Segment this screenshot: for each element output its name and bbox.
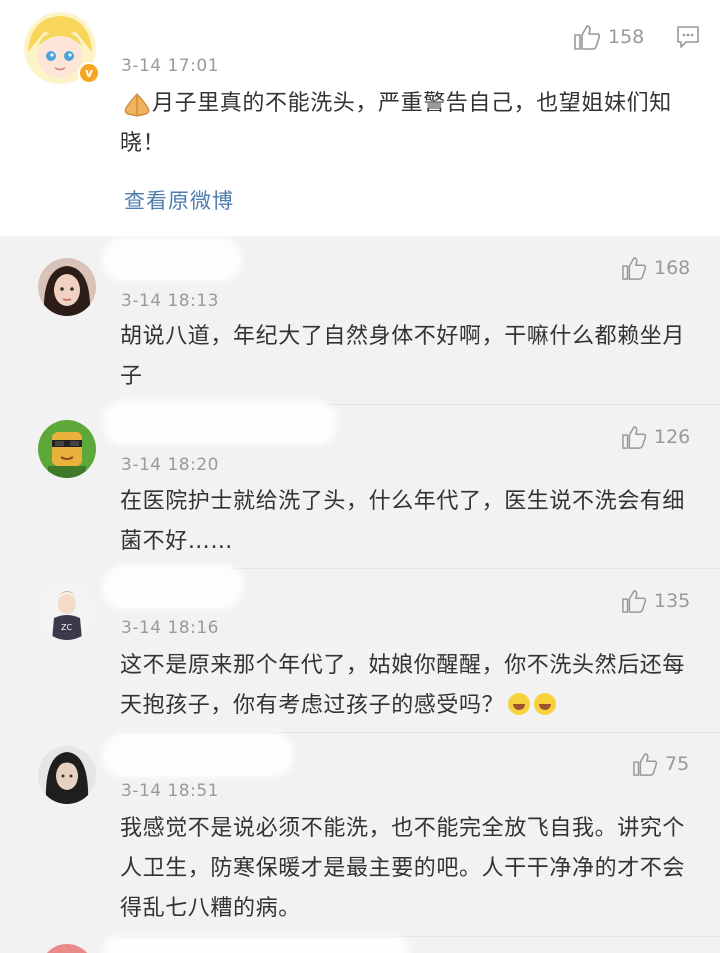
like-count: 135 — [654, 590, 691, 612]
like-count: 75 — [665, 753, 690, 775]
comment-list: 168 3-14 18:13 胡说八道，年纪大了自然身体不好啊，干嘛什么都赖坐月… — [0, 236, 720, 953]
comment-text: 这不是原来那个年代了，姑娘你醒醒，你不洗头然后还每天抱孩子，你有考虑过孩子的感受… — [120, 646, 692, 726]
commenter-avatar[interactable]: ZC — [38, 582, 96, 640]
like-button[interactable]: 75 — [632, 752, 689, 776]
comment-time: 3-14 18:16 — [121, 618, 219, 638]
thumbs-up-icon — [574, 25, 601, 50]
commenter-avatar[interactable] — [38, 746, 96, 804]
comment-time: 3-14 18:20 — [121, 455, 219, 475]
like-count: 168 — [654, 257, 691, 279]
comment-time: 3-14 18:13 — [121, 291, 219, 311]
like-button[interactable]: 158 — [573, 24, 644, 50]
divider — [120, 732, 720, 733]
commenter-avatar[interactable] — [38, 258, 96, 316]
comment-icon[interactable] — [676, 25, 700, 53]
thumbs-up-icon — [633, 753, 658, 776]
svg-text:ZC: ZC — [61, 623, 72, 632]
comment-time: 3-14 18:51 — [121, 781, 219, 801]
thumbs-up-icon — [622, 426, 647, 449]
laughing-crying-icon — [508, 693, 531, 715]
thumbs-up-icon — [622, 590, 647, 613]
comment-text-content: 这不是原来那个年代了，姑娘你醒醒，你不洗头然后还每天抱孩子，你有考虑过孩子的感受… — [120, 653, 686, 718]
like-button[interactable]: 168 — [621, 256, 690, 280]
comment-text: 我感觉不是说必须不能洗，也不能完全放飞自我。讲究个人卫生，防寒保暖才是最主要的吧… — [120, 816, 686, 921]
laughing-crying-icon — [534, 693, 557, 715]
commenter-name-redacted — [106, 736, 290, 774]
commenter-avatar[interactable] — [40, 944, 94, 953]
like-count: 158 — [608, 26, 645, 48]
commenter-avatar[interactable] — [38, 420, 96, 478]
view-original-post-link[interactable]: 查看原微博 — [124, 185, 234, 215]
commenter-name-redacted — [106, 568, 240, 606]
commenter-name-redacted — [106, 404, 334, 442]
like-button[interactable]: 135 — [621, 589, 690, 613]
comment-text: 在医院护士就给洗了头，什么年代了，医生说不洗会有细菌不好…… — [120, 489, 686, 554]
commenter-name-redacted — [106, 240, 238, 278]
post-time: 3-14 17:01 — [121, 56, 219, 76]
commenter-name-redacted — [106, 940, 406, 953]
verified-badge-icon: v — [78, 62, 100, 84]
post-text: 月子里真的不能洗头，严重警告自己，也望姐妹们知晓！ — [120, 91, 672, 156]
like-count: 126 — [654, 426, 691, 448]
thumbs-up-icon — [622, 257, 647, 280]
main-post: v 158 3-14 17:01 月子里真的不能洗头，严重警告自己，也望姐妹们知… — [0, 0, 720, 236]
divider — [120, 936, 720, 937]
comment-text: 胡说八道，年纪大了自然身体不好啊，干嘛什么都赖坐月子 — [120, 324, 686, 389]
like-button[interactable]: 126 — [621, 425, 690, 449]
